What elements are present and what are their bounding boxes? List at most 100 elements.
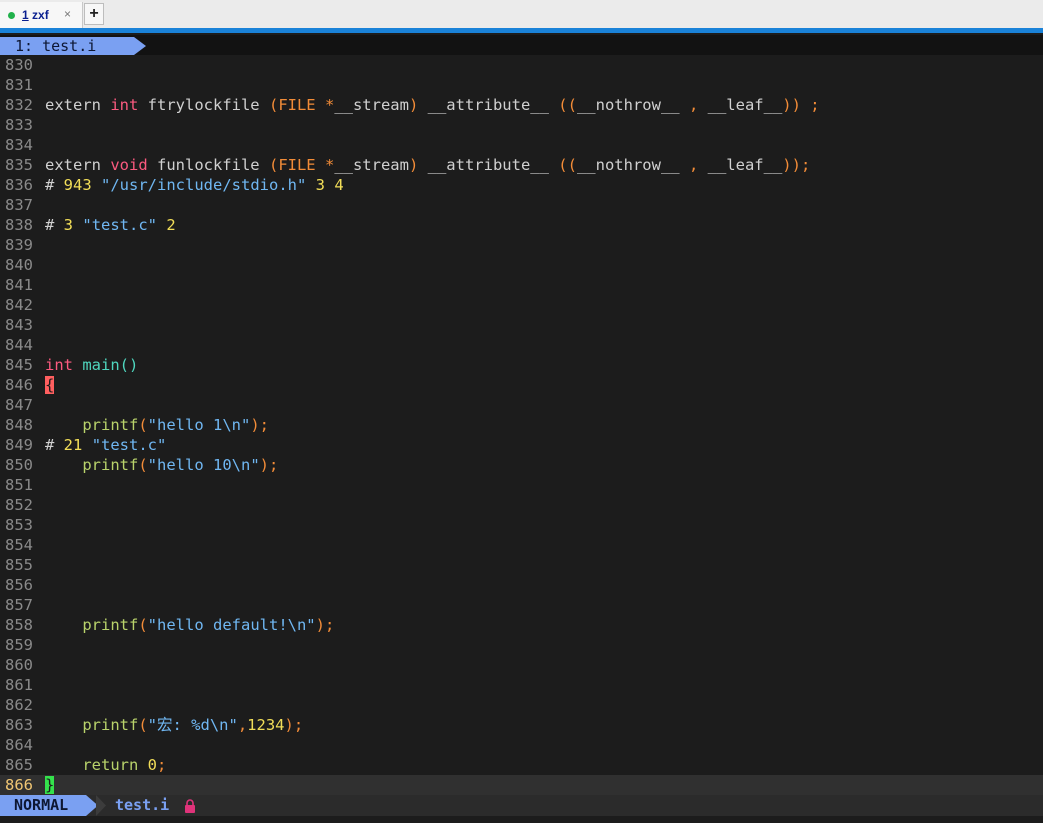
line-number: 834 — [5, 136, 33, 154]
code-token: # — [45, 436, 64, 454]
code-line[interactable]: 846 { — [0, 375, 1043, 395]
code-token: # — [45, 216, 64, 234]
code-line[interactable]: 843 — [0, 315, 1043, 335]
code-token: )); — [782, 156, 811, 174]
code-token: 21 — [63, 436, 83, 454]
code-line[interactable]: 838 # 3 "test.c" 2 — [0, 215, 1043, 235]
code-token: # — [45, 176, 64, 194]
session-tab-number: 1 — [22, 8, 29, 22]
code-line[interactable]: 840 — [0, 255, 1043, 275]
code-token: ; — [157, 756, 167, 774]
code-line[interactable]: 847 — [0, 395, 1043, 415]
code-line[interactable]: 857 — [0, 595, 1043, 615]
mode-label: NORMAL — [14, 796, 69, 814]
line-number: 843 — [5, 316, 33, 334]
code-line[interactable]: 851 — [0, 475, 1043, 495]
code-line[interactable]: 855 — [0, 555, 1043, 575]
code-token: funlockfile — [147, 156, 269, 174]
line-number: 856 — [5, 576, 33, 594]
code-token: ( — [138, 456, 148, 474]
line-number: 830 — [5, 56, 33, 74]
line-number: 836 — [5, 176, 33, 194]
code-token: extern — [45, 96, 111, 114]
code-token: 1234 — [247, 716, 285, 734]
code-line[interactable]: 854 — [0, 535, 1043, 555]
code-token: ftrylockfile — [138, 96, 269, 114]
code-token: printf — [82, 716, 139, 734]
line-number: 861 — [5, 676, 33, 694]
code-token: ); — [284, 716, 304, 734]
code-line[interactable]: 831 — [0, 75, 1043, 95]
line-number: 848 — [5, 416, 33, 434]
code-line[interactable]: 834 — [0, 135, 1043, 155]
vim-buffer-tab-label: 1: test.i — [15, 37, 97, 55]
line-number: 854 — [5, 536, 33, 554]
code-text: { — [45, 375, 55, 395]
code-line[interactable]: 848 printf("hello 1\n"); — [0, 415, 1043, 435]
code-token: ( — [138, 716, 148, 734]
new-tab-button[interactable]: + — [84, 3, 104, 25]
code-token: 3 — [63, 216, 74, 234]
code-token: __stream — [334, 156, 409, 174]
code-line[interactable]: 844 — [0, 335, 1043, 355]
code-line[interactable]: 862 — [0, 695, 1043, 715]
mode-indicator: NORMAL — [0, 795, 98, 816]
code-token: (( — [558, 156, 577, 174]
code-line[interactable]: 837 — [0, 195, 1043, 215]
code-token: (FILE * — [268, 96, 335, 114]
line-number: 863 — [5, 716, 33, 734]
code-line[interactable]: 863 printf("宏: %d\n",1234); — [0, 715, 1043, 735]
vim-buffer-tab[interactable]: 1: test.i — [0, 37, 146, 55]
code-token: __attribute__ — [418, 156, 559, 174]
code-token: "宏: %d\n" — [147, 716, 238, 734]
code-line[interactable]: 830 — [0, 55, 1043, 75]
vim-command-line[interactable] — [0, 816, 1043, 823]
close-tab-icon[interactable]: × — [64, 7, 71, 21]
code-text: return 0; — [45, 755, 166, 775]
code-token: main() — [82, 356, 139, 374]
session-tab[interactable]: 1 zxf × — [0, 2, 83, 28]
code-token: (( — [558, 96, 577, 114]
code-line[interactable]: 841 — [0, 275, 1043, 295]
vim-tabline: 1: test.i — [0, 35, 1043, 55]
editor-buffer[interactable]: 830 831 832 extern int ftrylockfile (FILE *… — [0, 55, 1043, 795]
code-line[interactable]: 853 — [0, 515, 1043, 535]
code-text: printf("宏: %d\n",1234); — [45, 715, 303, 735]
code-line[interactable]: 845 int main() — [0, 355, 1043, 375]
code-line[interactable]: 864 — [0, 735, 1043, 755]
code-line[interactable]: 861 — [0, 675, 1043, 695]
line-number: 853 — [5, 516, 33, 534]
code-line[interactable]: 832 extern int ftrylockfile (FILE *__stre… — [0, 95, 1043, 115]
code-line[interactable]: 858 printf("hello default!\n"); — [0, 615, 1043, 635]
line-number: 852 — [5, 496, 33, 514]
line-number: 855 — [5, 556, 33, 574]
code-line[interactable]: 835 extern void funlockfile (FILE *__stre… — [0, 155, 1043, 175]
code-token: ( — [138, 616, 148, 634]
vim-statusline: NORMAL test.i — [0, 795, 1043, 816]
code-line[interactable]: 856 — [0, 575, 1043, 595]
code-line[interactable]: 860 — [0, 655, 1043, 675]
code-token: )) ; — [782, 96, 820, 114]
code-line[interactable]: 833 — [0, 115, 1043, 135]
code-line[interactable]: 859 — [0, 635, 1043, 655]
code-line[interactable]: 865 return 0; — [0, 755, 1043, 775]
code-line[interactable]: 850 printf("hello 10\n"); — [0, 455, 1043, 475]
line-number: 857 — [5, 596, 33, 614]
line-number: 858 — [5, 616, 33, 634]
line-number: 849 — [5, 436, 33, 454]
code-text: } — [45, 775, 55, 795]
code-token: 3 4 — [315, 176, 344, 194]
code-line[interactable]: 849 # 21 "test.c" — [0, 435, 1043, 455]
code-token: ( — [138, 416, 148, 434]
code-line[interactable]: 866} — [0, 775, 1043, 795]
code-line[interactable]: 839 — [0, 235, 1043, 255]
code-line[interactable]: 852 — [0, 495, 1043, 515]
code-line[interactable]: 842 — [0, 295, 1043, 315]
line-number: 847 — [5, 396, 33, 414]
code-line[interactable]: 836 # 943 "/usr/include/stdio.h" 3 4 — [0, 175, 1043, 195]
